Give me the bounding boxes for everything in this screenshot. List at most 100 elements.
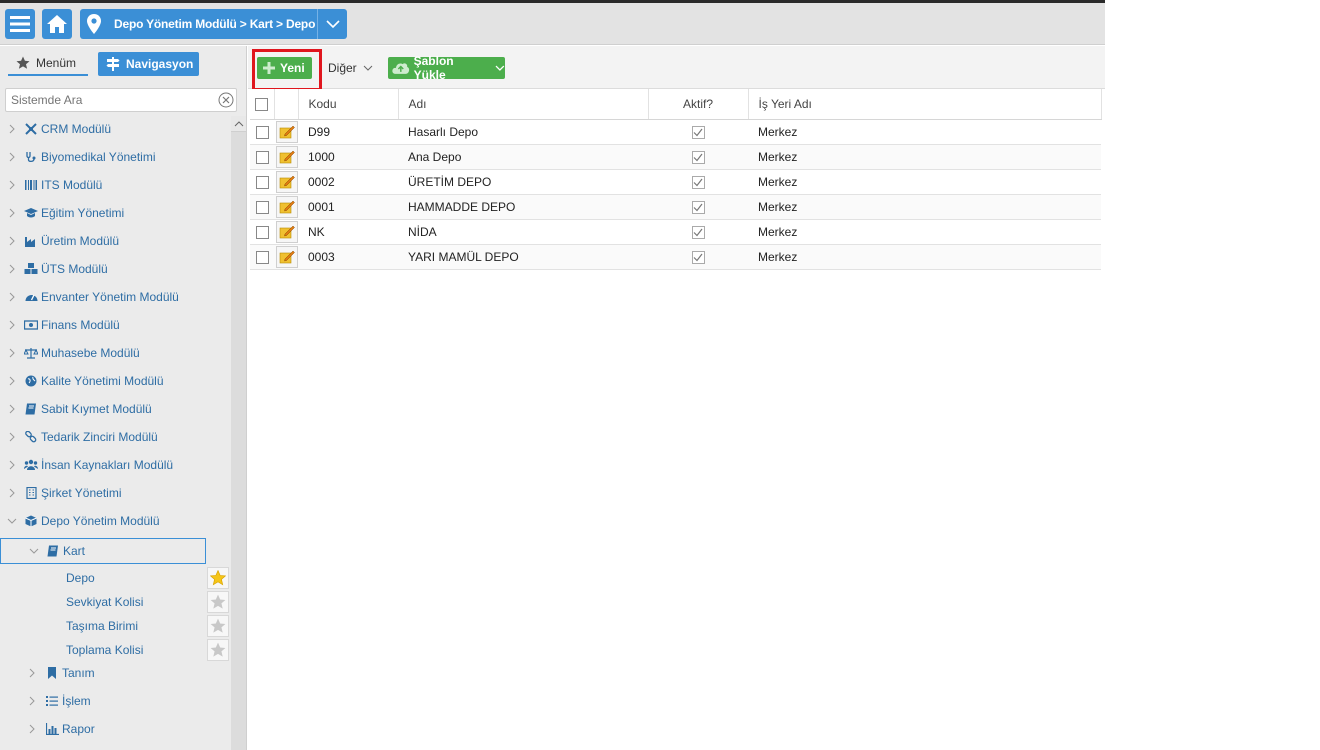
sidebar-item-envanter[interactable]: Envanter Yönetim Modülü [0, 286, 231, 308]
edit-button[interactable] [276, 120, 298, 143]
row-checkbox[interactable] [255, 200, 269, 214]
sidebar-item-muhasebe[interactable]: Muhasebe Modülü [0, 342, 231, 364]
row-edit-cell [274, 194, 298, 220]
column-header-name[interactable]: Adı [398, 89, 649, 120]
sidebar-leaf-toplama-kolisi[interactable]: Toplama Kolisi [0, 638, 231, 662]
column-header-code[interactable]: Kodu [298, 89, 399, 120]
select-all-checkbox[interactable] [255, 97, 269, 111]
favorite-star-button[interactable] [207, 615, 229, 637]
column-header-workplace[interactable]: İş Yeri Adı [748, 89, 1102, 120]
sidebar-item-tanim[interactable]: Tanım [0, 662, 231, 684]
sidebar-item-sabit-kiymet[interactable]: Sabit Kıymet Modülü [0, 398, 231, 420]
tab-navigasyon[interactable]: Navigasyon [98, 52, 199, 76]
table-row[interactable]: D99 Hasarlı Depo Merkez [250, 119, 1101, 145]
cubes-icon [22, 263, 40, 275]
sidebar-item-islem[interactable]: İşlem [0, 690, 231, 712]
row-edit-cell [274, 219, 298, 245]
sidebar-item-egitim[interactable]: Eğitim Yönetimi [0, 202, 231, 224]
breadcrumb[interactable]: Depo Yönetim Modülü > Kart > Depo [80, 9, 347, 39]
stethoscope-icon [22, 151, 40, 163]
favorite-star-button[interactable] [207, 591, 229, 613]
cell-code: 0002 [298, 169, 398, 195]
check-icon [693, 153, 703, 162]
table-row[interactable]: 0003 YARI MAMÜL DEPO Merkez [250, 244, 1101, 270]
edit-button[interactable] [276, 195, 298, 218]
bar-chart-icon [43, 723, 61, 735]
row-checkbox[interactable] [255, 150, 269, 164]
edit-icon [279, 200, 295, 213]
edit-icon [279, 150, 295, 163]
row-edit-cell [274, 244, 298, 270]
sidebar-leaf-sevkiyat-kolisi[interactable]: Sevkiyat Kolisi [0, 590, 231, 614]
cell-name: Hasarlı Depo [398, 119, 648, 145]
table-row[interactable]: 0002 ÜRETİM DEPO Merkez [250, 169, 1101, 195]
tab-menum[interactable]: Menüm [8, 52, 88, 76]
sidebar-leaf-depo[interactable]: Depo [0, 566, 231, 590]
column-header-active[interactable]: Aktif? [648, 89, 749, 120]
row-edit-cell [274, 169, 298, 195]
check-icon [693, 253, 703, 262]
star-filled-icon [210, 570, 226, 586]
sidebar-item-rapor[interactable]: Rapor [0, 718, 231, 740]
clear-search-button[interactable] [216, 92, 236, 108]
breadcrumb-dropdown-button[interactable] [317, 9, 347, 39]
sidebar-item-its[interactable]: ITS Modülü [0, 174, 231, 196]
sidebar-item-sirket[interactable]: Şirket Yönetimi [0, 482, 231, 504]
sidebar-item-label: İnsan Kaynakları Modülü [41, 458, 174, 472]
sidebar-item-label: Tedarik Zinciri Modülü [41, 430, 158, 444]
favorite-star-button[interactable] [207, 639, 229, 661]
favorite-star-button[interactable] [207, 567, 229, 589]
sidebar-item-kalite[interactable]: Kalite Yönetimi Modülü [0, 370, 231, 392]
edit-button[interactable] [276, 245, 298, 268]
sidebar-item-tedarik[interactable]: Tedarik Zinciri Modülü [0, 426, 231, 448]
edit-button[interactable] [276, 145, 298, 168]
sidebar-item-label: Finans Modülü [41, 318, 120, 332]
sidebar-item-label: ITS Modülü [41, 178, 103, 192]
top-bar: Depo Yönetim Modülü > Kart > Depo [0, 3, 1105, 45]
graduation-cap-icon [22, 207, 40, 219]
row-checkbox[interactable] [255, 125, 269, 139]
other-dropdown-button[interactable]: Diğer [328, 57, 373, 79]
row-checkbox[interactable] [255, 175, 269, 189]
cell-code: NK [298, 219, 398, 245]
sidebar-item-kart[interactable]: Kart [0, 538, 206, 564]
sidebar-item-biyomedikal[interactable]: Biyomedikal Yönetimi [0, 146, 231, 168]
highlight-box [252, 49, 322, 91]
sidebar-item-insan-kaynaklari[interactable]: İnsan Kaynakları Modülü [0, 454, 231, 476]
sidebar-item-label: Muhasebe Modülü [41, 346, 140, 360]
sidebar-tabs: Menüm Navigasyon [0, 46, 247, 84]
sidebar-item-label: Kalite Yönetimi Modülü [41, 374, 164, 388]
table-row[interactable]: NK NİDA Merkez [250, 219, 1101, 245]
sidebar-item-depo-yonetim[interactable]: Depo Yönetim Modülü [0, 510, 231, 532]
scroll-up-button[interactable] [231, 116, 246, 132]
template-upload-button[interactable]: Şablon Yükle [388, 54, 505, 82]
chevron-right-icon [5, 376, 19, 386]
edit-button[interactable] [276, 220, 298, 243]
sidebar-leaf-label: Sevkiyat Kolisi [66, 595, 144, 609]
app-window: Depo Yönetim Modülü > Kart > Depo Menüm … [0, 0, 1105, 750]
edit-button[interactable] [276, 170, 298, 193]
sidebar-item-label: Biyomedikal Yönetimi [41, 150, 156, 164]
chevron-down-icon [495, 65, 505, 71]
star-icon [16, 56, 30, 69]
table-row[interactable]: 1000 Ana Depo Merkez [250, 144, 1101, 170]
table-row[interactable]: 0001 HAMMADDE DEPO Merkez [250, 194, 1101, 220]
sidebar-item-label: Üretim Modülü [41, 234, 120, 248]
sidebar-item-uts[interactable]: ÜTS Modülü [0, 258, 231, 280]
row-checkbox[interactable] [255, 250, 269, 264]
sidebar-item-uretim[interactable]: Üretim Modülü [0, 230, 231, 252]
cell-workplace: Merkez [748, 194, 1101, 220]
sidebar-search-input[interactable] [6, 90, 216, 110]
sidebar-scrollbar[interactable] [231, 116, 246, 750]
hamburger-menu-button[interactable] [5, 9, 35, 39]
sidebar-item-label: İşlem [62, 694, 91, 708]
check-icon [693, 228, 703, 237]
home-button[interactable] [42, 9, 72, 39]
sidebar-leaf-tasima-birimi[interactable]: Taşıma Birimi [0, 614, 231, 638]
sidebar-search [5, 88, 237, 112]
sidebar-item-crm[interactable]: CRM Modülü [0, 118, 231, 140]
chevron-up-icon [234, 120, 243, 126]
sidebar-item-finans[interactable]: Finans Modülü [0, 314, 231, 336]
cell-workplace: Merkez [748, 169, 1101, 195]
row-checkbox[interactable] [255, 225, 269, 239]
